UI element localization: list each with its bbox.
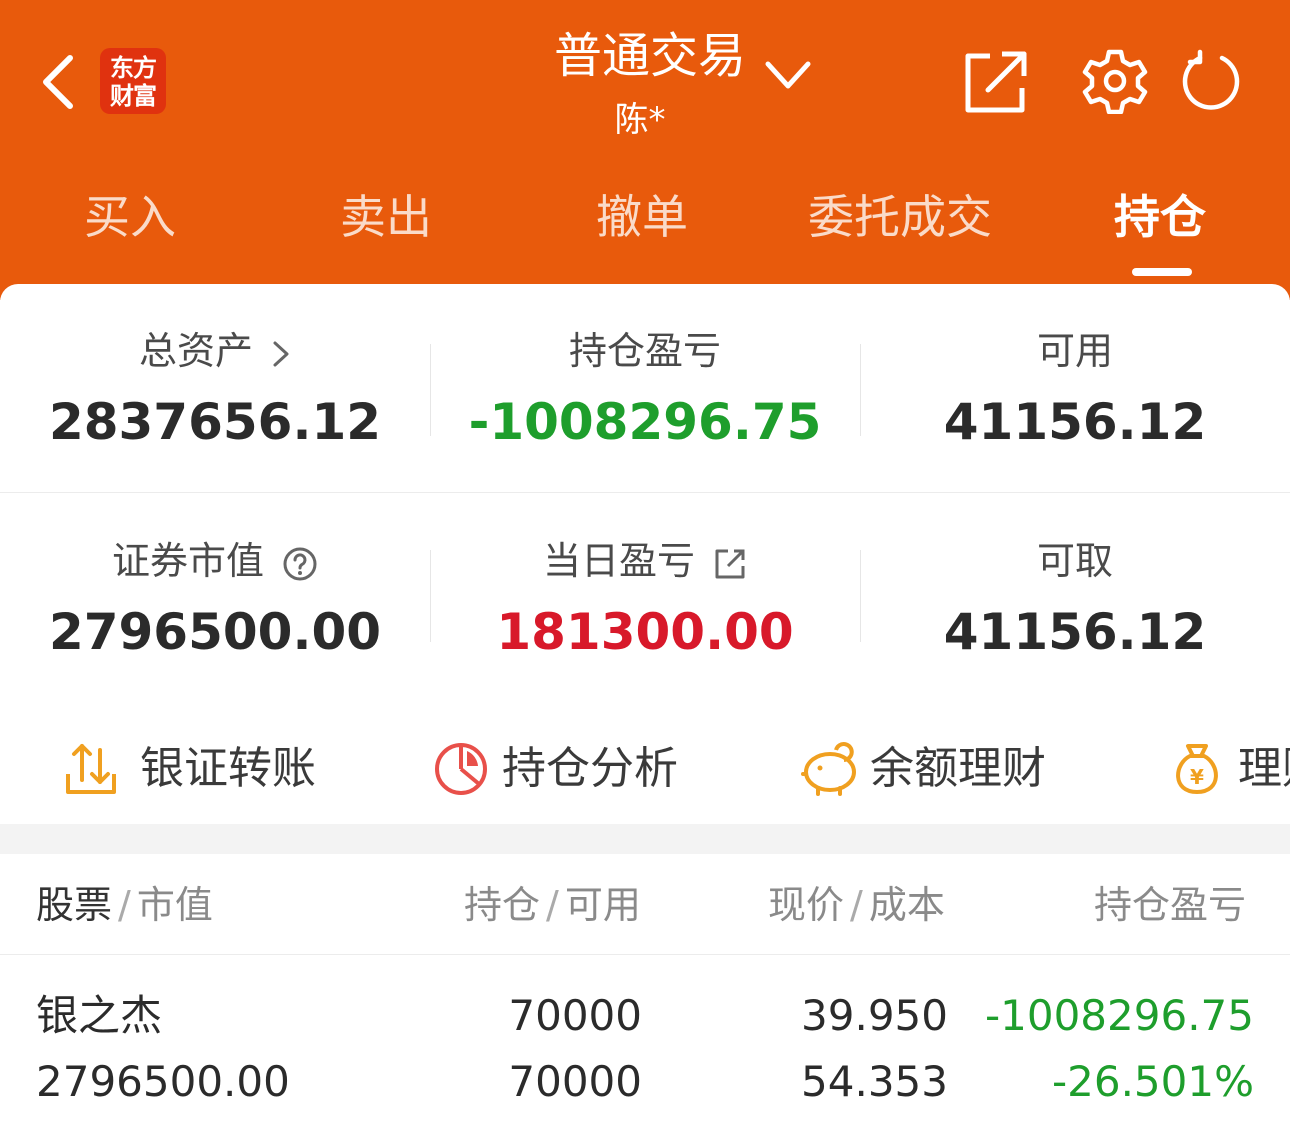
available-label: 可用	[1036, 329, 1113, 373]
withdrawable-value: 41156.12	[943, 603, 1207, 661]
table-row[interactable]: 银之杰 2796500.00 70000 70000 39.950 54.353…	[0, 956, 1290, 1138]
tab-buy[interactable]: 买入	[40, 180, 220, 254]
money-bag-icon: ¥	[1176, 744, 1218, 794]
market-value: 证券市值 2796500.00	[0, 538, 430, 662]
trade-tabs: 买入 卖出 撤单 委托成交 持仓	[0, 180, 1290, 260]
chevron-down-icon[interactable]	[764, 58, 812, 94]
account-summary-card: 总资产 2837656.12 持仓盈亏 -1008296.75 可用 41156…	[0, 284, 1290, 824]
active-tab-indicator	[1132, 268, 1192, 276]
account-name: 陈*	[614, 100, 666, 140]
refresh-icon[interactable]	[1178, 48, 1244, 114]
column-pl[interactable]: 持仓盈亏	[1094, 880, 1254, 930]
shortcut-bank-transfer[interactable]: 银证转账	[62, 734, 382, 804]
divider	[0, 954, 1290, 955]
piggy-bank-icon	[801, 742, 856, 796]
column-price[interactable]: 现价 / 成本	[768, 880, 945, 930]
position-pl-amount: -1008296.75	[984, 991, 1254, 1040]
daily-pl-value: 181300.00	[496, 603, 794, 661]
stock-name: 银之杰	[36, 991, 163, 1040]
app-header: 东方 财富 普通交易 陈* 买入 卖出 撤单 委托成交 持仓	[0, 0, 1290, 300]
column-stock[interactable]: 股票 / 市值	[36, 880, 213, 930]
daily-pl-label: 当日盈亏	[542, 539, 695, 583]
section-separator	[0, 824, 1290, 854]
chevron-right-icon	[273, 341, 289, 366]
market-value-label: 证券市值	[111, 539, 264, 583]
available-value: 41156.12	[943, 393, 1207, 451]
available-qty: 70000	[508, 1057, 642, 1106]
position-pl-percent: -26.501%	[1051, 1057, 1254, 1106]
stock-market-value: 2796500.00	[36, 1057, 290, 1106]
shortcut-balance-wealth[interactable]: 余额理财	[800, 734, 1120, 804]
share-icon[interactable]	[962, 48, 1028, 114]
market-value-value: 2796500.00	[48, 603, 382, 661]
page-title[interactable]: 普通交易	[540, 28, 760, 84]
brand-logo: 东方 财富	[100, 48, 166, 114]
shortcut-wealth[interactable]: ¥ 理财	[1168, 734, 1290, 804]
help-icon[interactable]	[282, 546, 318, 582]
daily-pl[interactable]: 当日盈亏 181300.00	[430, 538, 860, 662]
column-position[interactable]: 持仓 / 可用	[464, 880, 641, 930]
back-icon[interactable]	[38, 52, 78, 112]
tab-positions[interactable]: 持仓	[1070, 180, 1250, 254]
position-pl: 持仓盈亏 -1008296.75	[430, 328, 860, 452]
cost-price: 54.353	[801, 1057, 948, 1106]
svg-text:¥: ¥	[1190, 765, 1204, 789]
current-price: 39.950	[801, 991, 948, 1040]
total-assets-label: 总资产	[138, 329, 253, 373]
position-qty: 70000	[508, 991, 642, 1040]
total-assets[interactable]: 总资产 2837656.12	[0, 328, 430, 452]
position-pl-value: -1008296.75	[468, 393, 822, 451]
gear-icon[interactable]	[1082, 48, 1148, 114]
holdings-table-header: 股票 / 市值 持仓 / 可用 现价 / 成本 持仓盈亏	[0, 856, 1290, 954]
external-link-icon[interactable]	[713, 547, 747, 581]
divider	[0, 492, 1290, 493]
withdrawable-funds: 可取 41156.12	[860, 538, 1290, 662]
available-funds: 可用 41156.12	[860, 328, 1290, 452]
shortcut-label: 余额理财	[870, 743, 1046, 794]
tab-sell[interactable]: 卖出	[296, 180, 476, 254]
withdrawable-label: 可取	[1036, 539, 1113, 583]
transfer-icon	[66, 744, 116, 794]
position-pl-label: 持仓盈亏	[568, 329, 721, 373]
shortcut-label: 银证转账	[140, 743, 316, 794]
tab-orders[interactable]: 委托成交	[790, 180, 1010, 254]
tab-cancel[interactable]: 撤单	[552, 180, 732, 254]
total-assets-value: 2837656.12	[48, 393, 382, 451]
shortcut-position-analysis[interactable]: 持仓分析	[432, 734, 752, 804]
shortcut-label: 持仓分析	[502, 743, 678, 794]
shortcut-label: 理财	[1238, 743, 1290, 794]
pie-chart-icon	[435, 743, 487, 795]
